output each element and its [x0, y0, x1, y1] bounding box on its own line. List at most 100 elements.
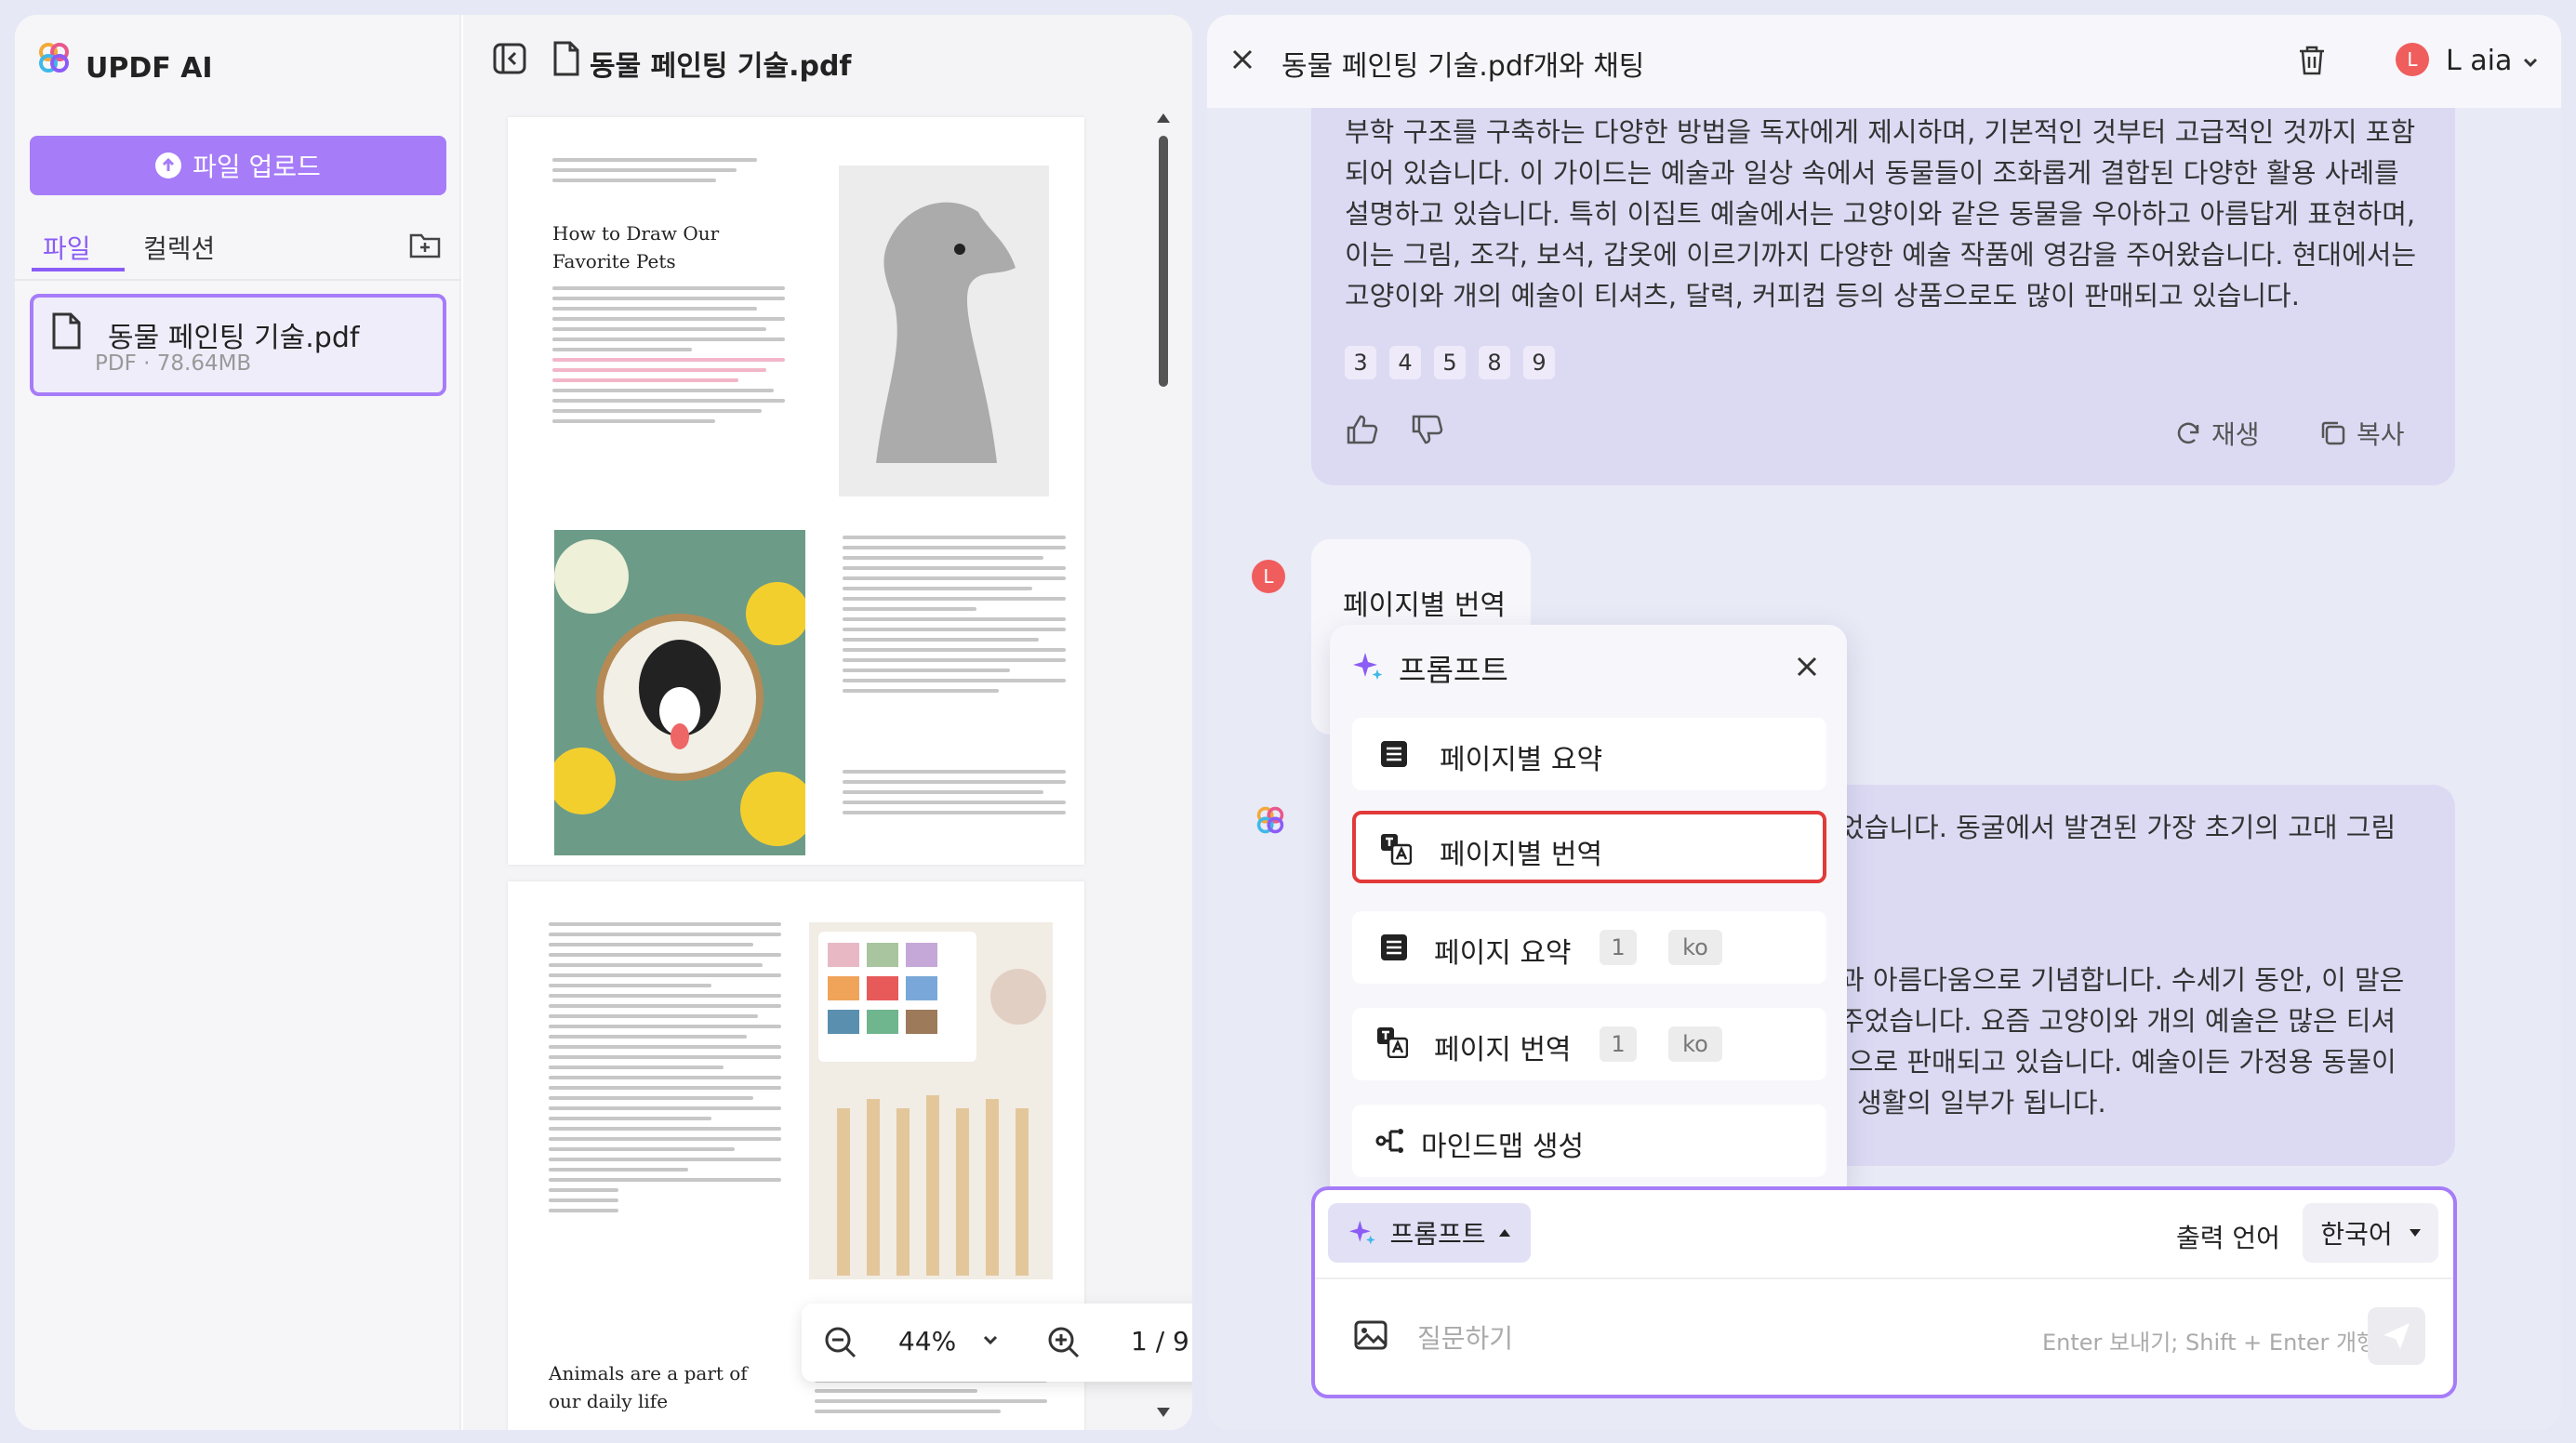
upload-label: 파일 업로드 [193, 152, 321, 182]
prompt-button[interactable]: 프롬프트 [1328, 1203, 1531, 1263]
file-meta: PDF · 78.64MB [95, 351, 252, 376]
prompt-page-summary[interactable]: 페이지 요약 1 ko [1352, 911, 1826, 984]
regenerate-label: 재생 [2211, 419, 2260, 450]
prompt-mindmap[interactable]: 마인드맵 생성 [1352, 1105, 1826, 1177]
body-text [552, 286, 785, 423]
scrollbar-thumb[interactable] [1159, 136, 1168, 387]
page-ref-chip[interactable]: 9 [1523, 346, 1555, 379]
body-text [549, 922, 781, 1212]
close-icon[interactable] [1795, 655, 1819, 679]
page-references: 3 4 5 8 9 [1345, 346, 1555, 379]
zoom-out-icon[interactable] [824, 1326, 857, 1359]
assistant-message-text: 부학 구조를 구축하는 다양한 방법을 독자에게 제시하며, 기본적인 것부터 … [1345, 116, 2417, 311]
prompt-item-label: 페이지별 번역 [1440, 839, 1603, 871]
new-folder-icon[interactable] [409, 231, 441, 258]
page-ref-chip[interactable]: 8 [1479, 346, 1510, 379]
scroll-down-arrow-icon[interactable] [1157, 1408, 1170, 1417]
sparkle-icon [1352, 651, 1384, 682]
trash-icon[interactable] [2297, 45, 2327, 76]
list-icon [1380, 740, 1408, 768]
chevron-down-icon[interactable] [980, 1330, 1001, 1350]
translate-icon [1380, 833, 1412, 865]
user-avatar[interactable]: L [2396, 43, 2429, 76]
sidebar: UPDF AI 파일 업로드 파일 컬렉션 동물 페인팅 기술.pdf PDF … [15, 15, 461, 1430]
collapse-sidebar-icon[interactable] [493, 43, 526, 74]
message-line [1839, 889, 2444, 960]
brand-name: UPDF AI [86, 52, 213, 85]
prompt-item-label: 페이지별 요약 [1440, 744, 1603, 776]
send-button[interactable] [2368, 1307, 2425, 1365]
image-upload-icon[interactable] [1354, 1320, 1388, 1350]
close-icon[interactable] [1229, 46, 1255, 73]
file-name: 동물 페인팅 기술.pdf [108, 322, 360, 354]
input-hint: Enter 보내기; Shift + Enter 개행 [2042, 1330, 2378, 1356]
body-text [843, 536, 1066, 693]
output-language-select[interactable]: 한국어 [2303, 1203, 2438, 1263]
prompt-item-label: 페이지 요약 [1434, 937, 1572, 970]
page-number-chip[interactable]: 1 [1600, 930, 1637, 965]
zoom-in-icon[interactable] [1047, 1326, 1081, 1359]
zoom-level[interactable]: 44% [898, 1326, 956, 1357]
upload-icon [155, 152, 182, 179]
pdf-pane: UPDF AI 파일 업로드 파일 컬렉션 동물 페인팅 기술.pdf PDF … [15, 15, 1192, 1430]
message-line: 과 아름다움으로 기념합니다. 수세기 동안, 이 말은 [1839, 964, 2405, 996]
dog-sketch-image [839, 165, 1049, 496]
sparkle-icon [1349, 1220, 1376, 1245]
prompt-page-translate[interactable]: 페이지 번역 1 ko [1352, 1008, 1826, 1080]
pdf-viewer: 동물 페인팅 기술.pdf How to Draw Our Favorite P… [463, 15, 1192, 1430]
language-chip[interactable]: ko [1668, 1026, 1722, 1062]
caret-up-icon [1498, 1229, 1510, 1237]
user-message-text: 페이지별 번역 [1343, 589, 1507, 622]
page-number-chip[interactable]: 1 [1600, 1026, 1637, 1062]
pdf-page-1: How to Draw Our Favorite Pets [508, 117, 1084, 865]
page-heading: Animals are a part of our daily life [549, 1362, 748, 1412]
question-input[interactable]: 질문하기 [1417, 1318, 1513, 1356]
prompt-summary-by-page[interactable]: 페이지별 요약 [1352, 718, 1826, 790]
prompt-translate-by-page[interactable]: 페이지별 번역 [1352, 811, 1826, 883]
thumbs-down-icon[interactable] [1412, 415, 1443, 444]
tab-files[interactable]: 파일 [43, 229, 91, 266]
divider [15, 279, 461, 281]
mindmap-icon [1374, 1125, 1406, 1157]
refresh-icon [2177, 422, 2199, 444]
scroll-up-arrow-icon[interactable] [1157, 113, 1170, 123]
caret-down-icon [2409, 1229, 2421, 1237]
message-line [1839, 848, 2444, 889]
page-ref-chip[interactable]: 3 [1345, 346, 1376, 379]
prompt-item-label: 페이지 번역 [1434, 1034, 1572, 1066]
document-icon [50, 312, 82, 350]
body-text [843, 770, 1066, 814]
list-icon [1380, 933, 1408, 961]
chevron-down-icon[interactable] [2520, 52, 2541, 73]
tab-collections[interactable]: 컬렉션 [143, 229, 215, 266]
user-avatar: L [1252, 560, 1285, 593]
translate-icon [1376, 1026, 1408, 1058]
message-line: 주었습니다. 요즘 고양이와 개의 예술은 많은 티셔 [1839, 1005, 2397, 1037]
language-chip[interactable]: ko [1668, 930, 1722, 965]
divider [1315, 1278, 2453, 1279]
page-ref-chip[interactable]: 4 [1389, 346, 1421, 379]
regenerate-button[interactable]: 재생 [2174, 415, 2260, 452]
user-name[interactable]: L aia [2446, 45, 2512, 77]
thumbs-up-icon[interactable] [1347, 415, 1378, 444]
upload-file-button[interactable]: 파일 업로드 [30, 136, 446, 195]
output-language-label: 출력 언어 [2176, 1223, 2280, 1253]
zoom-toolbar: 44% 1 / 9 [802, 1304, 1192, 1382]
copy-button[interactable]: 복사 [2319, 415, 2405, 452]
page-indicator[interactable]: 1 / 9 [1131, 1326, 1189, 1357]
ai-assistant-icon [1255, 805, 1285, 835]
embroidery-dog-image [554, 530, 805, 855]
message-line: 었습니다. 동굴에서 발견된 가장 초기의 고대 그림 [1839, 812, 2397, 843]
document-title: 동물 페인팅 기술.pdf [590, 50, 852, 83]
message-line: ; 생활의 일부가 됩니다. [1839, 1087, 2106, 1119]
prompt-panel-title: 프롬프트 [1399, 653, 1508, 688]
paintbrush-image [809, 922, 1053, 1279]
copy-label: 복사 [2357, 419, 2405, 450]
page-ref-chip[interactable]: 5 [1434, 346, 1466, 379]
updf-logo-icon [37, 41, 93, 97]
document-icon [552, 41, 580, 76]
active-tab-indicator [32, 268, 125, 271]
assistant-message-text: 었습니다. 동굴에서 발견된 가장 초기의 고대 그림 과 아름다움으로 기념합… [1839, 807, 2444, 1123]
copy-icon [2321, 421, 2345, 445]
prompt-button-label: 프롬프트 [1389, 1219, 1486, 1250]
